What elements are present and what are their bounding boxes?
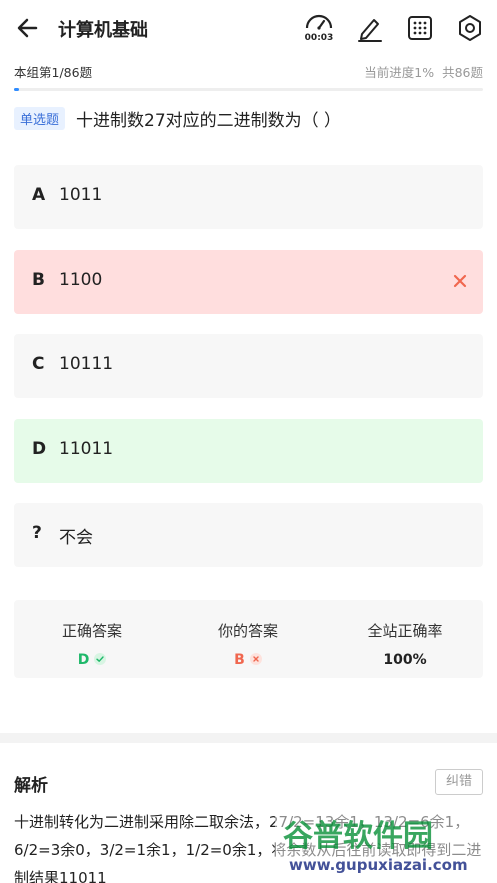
section-divider xyxy=(0,733,497,743)
option-b[interactable]: B 1100 xyxy=(14,250,483,314)
correct-answer-label: 正确答案 xyxy=(61,622,122,640)
back-arrow-icon[interactable] xyxy=(14,14,42,42)
option-text: 11011 xyxy=(59,439,114,459)
group-position-label: 本组第1/86题 xyxy=(14,65,93,80)
option-letter: B xyxy=(32,270,45,290)
option-text: 1011 xyxy=(59,185,103,205)
settings-gear-icon[interactable] xyxy=(454,12,486,44)
option-c[interactable]: C 10111 xyxy=(14,334,483,398)
progress-bar xyxy=(14,88,483,91)
svg-text:谷普软件园: 谷普软件园 xyxy=(283,819,433,854)
option-d[interactable]: D 11011 xyxy=(14,419,483,483)
progress-status: 当前进度1% 共86题 xyxy=(364,62,483,81)
site-watermark-logo: 谷普软件园 www.gupuxiazai.com xyxy=(275,808,497,883)
total-questions-label: 共86题 xyxy=(442,65,483,80)
edit-pencil-icon[interactable] xyxy=(354,12,386,44)
report-error-button[interactable]: 纠错 xyxy=(435,769,483,795)
option-letter: A xyxy=(32,185,46,205)
option-a[interactable]: A 1011 xyxy=(14,165,483,229)
answer-stats-panel: 正确答案 D 你的答案 B 全站正确率 100% xyxy=(14,600,483,678)
question-type-tag: 单选题 xyxy=(14,107,66,130)
correct-answer-stat: 正确答案 D xyxy=(14,600,170,678)
site-accuracy-stat: 全站正确率 100% xyxy=(327,600,483,678)
option-text: 10111 xyxy=(59,354,114,374)
option-letter: ? xyxy=(32,523,42,543)
option-letter: C xyxy=(32,354,45,374)
site-accuracy-value: 100% xyxy=(383,652,427,668)
page-title: 计算机基础 xyxy=(58,20,148,41)
option-text: 1100 xyxy=(59,270,103,290)
site-accuracy-label: 全站正确率 xyxy=(367,622,443,640)
question-text: 十进制数27对应的二进制数为（ ） xyxy=(76,111,342,131)
timer-readout: 00:03 xyxy=(304,33,334,43)
current-progress-label: 当前进度1% xyxy=(364,65,435,80)
small-x-icon xyxy=(249,653,262,665)
option-text: 不会 xyxy=(59,528,93,548)
correct-answer-value: D xyxy=(77,652,90,668)
top-bar: 计算机基础 00:03 xyxy=(0,0,497,56)
your-answer-label: 你的答案 xyxy=(217,622,278,640)
svg-text:www.gupuxiazai.com: www.gupuxiazai.com xyxy=(289,856,468,874)
progress-bar-fill xyxy=(14,88,19,91)
your-answer-stat: 你的答案 B xyxy=(170,600,326,678)
option-letter: D xyxy=(32,439,47,459)
check-icon xyxy=(94,653,107,665)
your-answer-value: B xyxy=(234,652,245,668)
option-unknown[interactable]: ? 不会 xyxy=(14,503,483,567)
explanation-title: 解析 xyxy=(14,776,48,796)
progress-info: 本组第1/86题 当前进度1% 共86题 xyxy=(14,62,483,80)
correct-answer-value-row: D xyxy=(14,652,170,668)
wrong-x-icon xyxy=(453,274,467,288)
answer-grid-icon[interactable] xyxy=(404,12,436,44)
your-answer-value-row: B xyxy=(170,652,326,668)
